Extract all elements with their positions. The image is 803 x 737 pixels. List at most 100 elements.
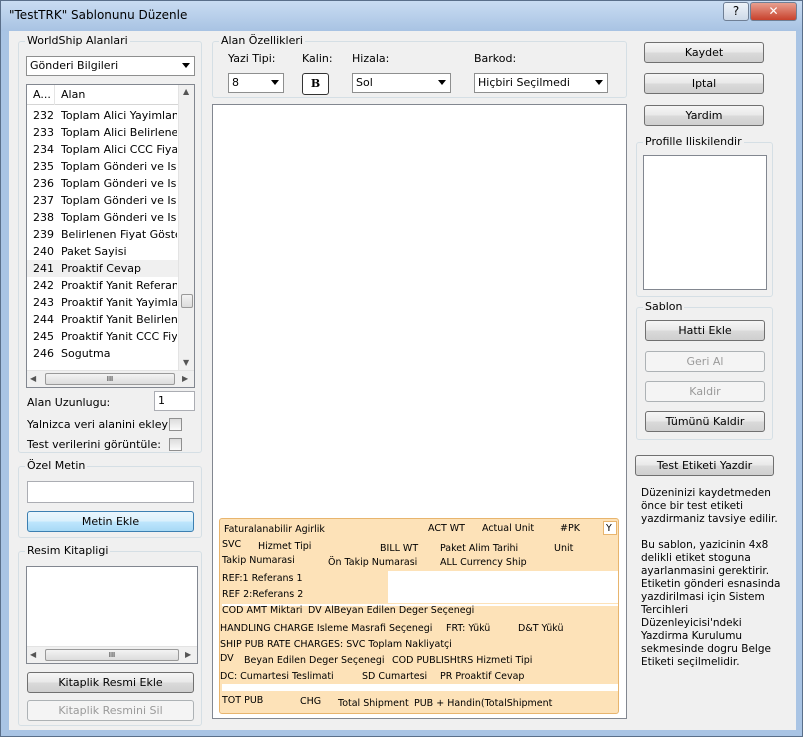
print-test-label-button[interactable]: Test Etiketi Yazdir [635, 455, 774, 476]
list-item[interactable]: 235 Toplam Gönderi ve Isle... [27, 158, 178, 175]
column-header-name[interactable]: Alan [61, 88, 85, 101]
list-item[interactable]: 239 Belirlenen Fiyat Gösterge [27, 226, 178, 243]
undo-button[interactable]: Geri Al [645, 351, 765, 372]
list-item-name: Proaktif Yanit Belirlenen [61, 313, 177, 326]
custom-text-input[interactable] [27, 481, 194, 503]
label-field[interactable]: SHIP PUB RATE CHARGES: SVC Toplam Nakliy… [220, 639, 452, 650]
list-item[interactable]: 233 Toplam Alici Belirlenen F [27, 124, 178, 141]
list-item-name: Belirlenen Fiyat Gösterge [61, 228, 177, 241]
help-title-button[interactable]: ? [723, 2, 749, 21]
hscroll-thumb[interactable]: III [45, 373, 175, 385]
label-field[interactable]: SVC [222, 539, 241, 550]
chevron-down-icon [182, 63, 190, 68]
remove-all-button[interactable]: Tümünü Kaldir [645, 411, 765, 432]
label-field[interactable]: PR Proaktif Cevap [440, 671, 524, 682]
column-divider[interactable] [54, 85, 55, 105]
field-category-dropdown[interactable]: Gönderi Bilgileri [26, 56, 195, 76]
list-item[interactable]: 241 Proaktif Cevap [27, 260, 178, 277]
save-button[interactable]: Kaydet [644, 42, 764, 63]
list-item[interactable]: 232 Toplam Alici Yayimlanmi... [27, 107, 178, 124]
scroll-left-icon[interactable]: ◀ [30, 650, 36, 659]
label-field[interactable]: Beyan Edilen Deger Seçenegi [244, 655, 384, 666]
label-field[interactable]: #PK [560, 523, 580, 534]
label-field[interactable]: DV AlBeyan Edilen Deger Seçenegi [308, 605, 474, 616]
label-field[interactable]: Hizmet Tipi [258, 541, 311, 552]
cancel-button[interactable]: Iptal [644, 73, 764, 94]
align-label: Hizala: [352, 52, 390, 65]
label-field[interactable]: CHG [300, 696, 321, 707]
delete-library-image-button[interactable]: Kitaplik Resmini Sil [27, 700, 194, 721]
label-field[interactable]: COD AMT Miktari [222, 605, 302, 616]
label-field[interactable]: BILL WT [380, 543, 418, 554]
label-field[interactable]: D&T Yükü [518, 623, 564, 634]
title-bar[interactable]: "TestTRK" Sablonunu Düzenle ? ✕ [1, 1, 802, 31]
profiles-list[interactable] [643, 155, 767, 290]
label-field[interactable]: HANDLING CHARGE Isleme Masrafi Seçenegi [220, 623, 432, 634]
barcode-dropdown[interactable]: Hiçbiri Seçilmedi [474, 73, 608, 93]
image-library-label: Resim Kitapligi [25, 544, 111, 557]
label-field[interactable]: Takip Numarasi [222, 555, 295, 566]
list-item[interactable]: 234 Toplam Alici CCC Fiyatla [27, 141, 178, 158]
list-item[interactable]: 236 Toplam Gönderi ve Isle... [27, 175, 178, 192]
help-button[interactable]: Yardim [644, 105, 764, 126]
label-field[interactable]: PUB + Handin(TotalShipment [414, 698, 552, 709]
label-field[interactable]: Total Shipment [338, 698, 409, 709]
show-test-data-checkbox[interactable] [169, 438, 182, 451]
align-dropdown[interactable]: Sol [352, 73, 451, 93]
barcode-value: Hiçbiri Seçilmedi [478, 76, 570, 89]
label-field[interactable]: SD Cumartesi [362, 671, 427, 682]
scroll-left-icon[interactable]: ◀ [30, 374, 36, 383]
custom-text-group: Özel Metin Metin Ekle [18, 459, 202, 538]
close-button[interactable]: ✕ [750, 2, 797, 21]
list-item[interactable]: 243 Proaktif Yanit Yayimlanm [27, 294, 178, 311]
scroll-right-icon[interactable]: ▶ [185, 650, 191, 659]
label-layout-area[interactable]: Faturalanabilir Agirlik ACT WT Actual Un… [219, 518, 619, 714]
label-field[interactable]: Y [606, 523, 612, 534]
list-item[interactable]: 238 Toplam Gönderi ve Isle... [27, 209, 178, 226]
scroll-down-icon[interactable]: ▼ [183, 358, 189, 367]
image-library-hscrollbar[interactable]: ◀ III ▶ [27, 646, 197, 663]
data-only-checkbox[interactable] [169, 418, 182, 431]
list-item-name: Toplam Alici Belirlenen F [61, 126, 177, 139]
add-library-image-button[interactable]: Kitaplik Resmi Ekle [27, 672, 194, 693]
list-item[interactable]: 246 Sogutma [27, 345, 178, 362]
field-length-input[interactable]: 1 [154, 391, 195, 411]
label-field[interactable]: REF 2:Referans 2 [222, 589, 303, 600]
label-field[interactable]: ACT WT [428, 523, 465, 534]
label-field[interactable]: ALL Currency Ship [440, 557, 527, 568]
scroll-right-icon[interactable]: ▶ [182, 374, 188, 383]
list-item[interactable]: 244 Proaktif Yanit Belirlenen [27, 311, 178, 328]
label-field[interactable]: TOT PUB [222, 695, 263, 706]
label-field[interactable]: Faturalanabilir Agirlik [224, 524, 325, 535]
field-list-hscrollbar[interactable]: ◀ III ▶ [27, 370, 194, 387]
label-field[interactable]: Actual Unit [482, 523, 534, 534]
scroll-up-icon[interactable]: ▲ [183, 87, 189, 96]
column-header-number[interactable]: A... [33, 88, 51, 101]
add-text-button[interactable]: Metin Ekle [27, 511, 194, 532]
image-library-list[interactable]: ◀ III ▶ [26, 566, 198, 664]
add-line-button[interactable]: Hatti Ekle [645, 320, 765, 341]
label-field[interactable]: DV [220, 653, 234, 664]
list-item-number: 233 [33, 126, 54, 139]
remove-button[interactable]: Kaldir [645, 381, 765, 402]
bold-toggle-button[interactable]: B [302, 73, 329, 95]
vscroll-thumb[interactable] [181, 294, 193, 308]
font-size-dropdown[interactable]: 8 [228, 73, 284, 93]
label-field[interactable]: REF:1 Referans 1 [222, 573, 303, 584]
list-item-name: Proaktif Yanit CCC Fiyatl [61, 330, 177, 343]
field-list[interactable]: A... Alan 232Toplam Alici Yayimlanmi...2… [26, 84, 195, 388]
label-field[interactable]: Ön Takip Numarasi [328, 557, 417, 568]
label-field[interactable]: FRT: Yükü [446, 623, 490, 634]
list-item[interactable]: 240 Paket Sayisi [27, 243, 178, 260]
hscroll-thumb[interactable]: III [45, 649, 179, 661]
label-field[interactable]: Paket Alim Tarihi [440, 543, 518, 554]
label-field[interactable]: COD PUBLISHtRS Hizmeti Tipi [392, 655, 532, 666]
label-field[interactable]: DC: Cumartesi Teslimati [220, 671, 334, 682]
field-list-vscrollbar[interactable]: ▲ ▼ [178, 85, 194, 370]
label-field[interactable]: Unit [554, 543, 573, 554]
chevron-down-icon [271, 80, 279, 85]
list-item-name: Toplam Gönderi ve Isle... [61, 177, 177, 190]
list-item[interactable]: 237 Toplam Gönderi ve Isle... [27, 192, 178, 209]
list-item[interactable]: 245 Proaktif Yanit CCC Fiyatl [27, 328, 178, 345]
list-item[interactable]: 242 Proaktif Yanit Referans ... [27, 277, 178, 294]
